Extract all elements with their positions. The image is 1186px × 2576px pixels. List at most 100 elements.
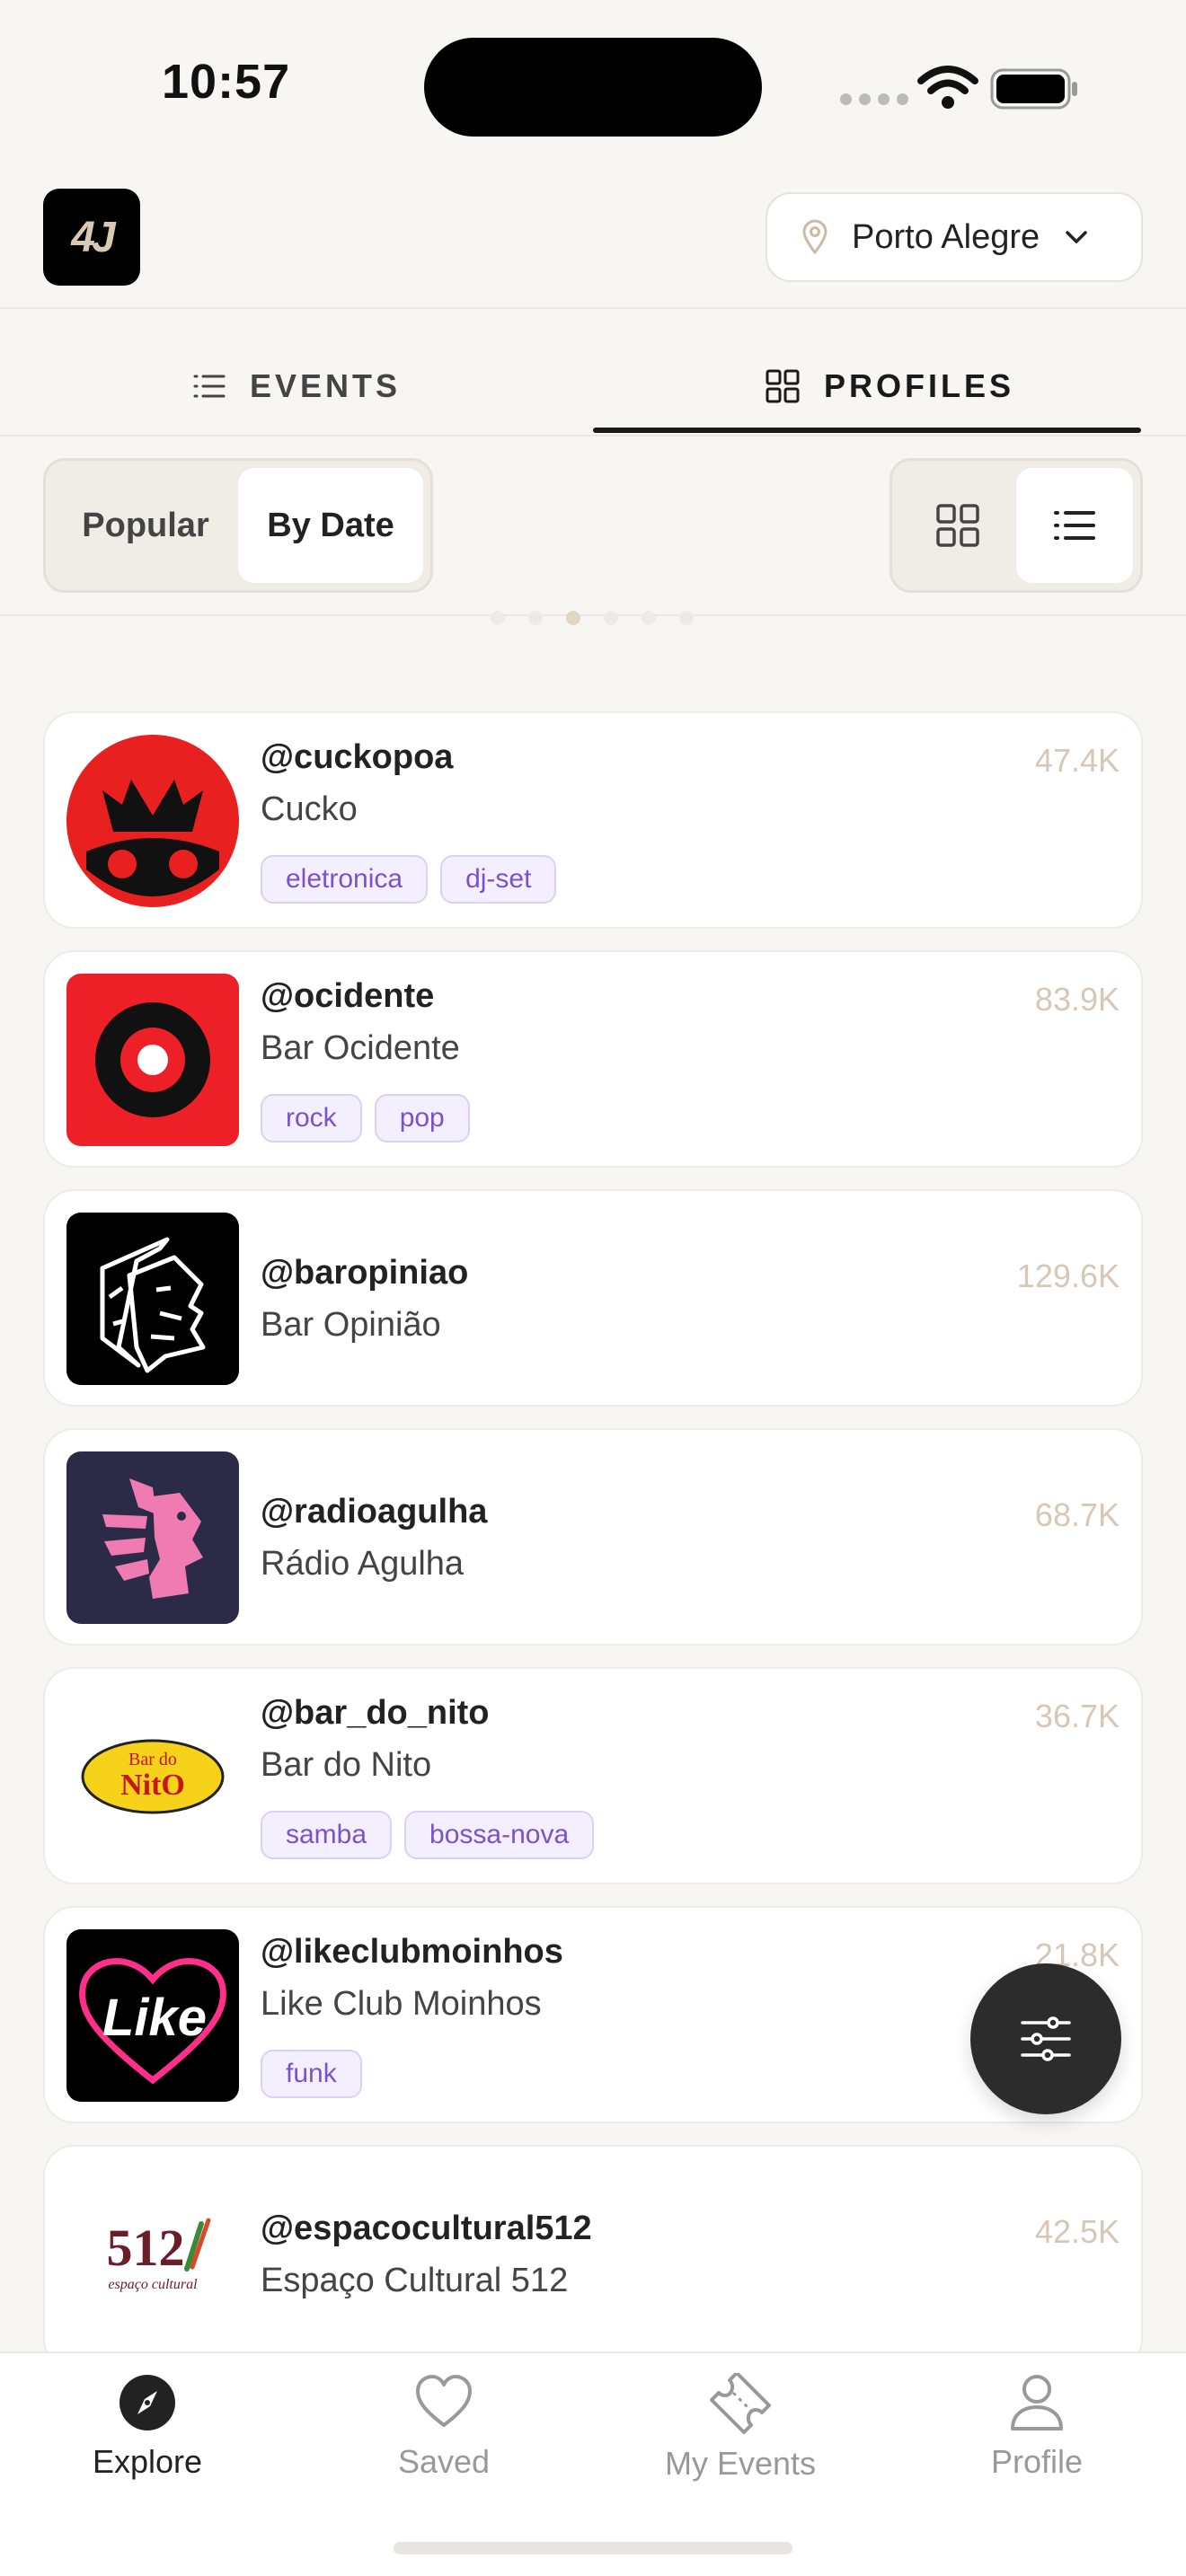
- profile-name: Bar do Nito: [261, 1746, 432, 1784]
- logo-text: 512: [107, 2219, 185, 2277]
- profile-name: Rádio Agulha: [261, 1545, 465, 1583]
- avatar: 512 espaço cultural: [66, 2168, 239, 2341]
- ticket-icon: [710, 2373, 771, 2434]
- sliders-icon: [1021, 2016, 1071, 2061]
- genre-tag[interactable]: pop: [374, 1094, 470, 1142]
- avatar: [66, 1213, 239, 1385]
- avatar: Like: [66, 1929, 239, 2102]
- signal-icon: [840, 93, 908, 105]
- tab-events[interactable]: EVENTS: [0, 341, 593, 431]
- logo-text: NitO: [120, 1769, 185, 1802]
- follower-count: 68.7K: [1034, 1496, 1120, 1533]
- nav-profile[interactable]: Profile: [920, 2373, 1154, 2481]
- masks-logo-icon: [66, 1213, 239, 1385]
- city-label: Porto Alegre: [852, 217, 1040, 256]
- follower-count: 47.4K: [1034, 742, 1120, 779]
- status-time: 10:57: [162, 55, 291, 109]
- grid-view-button[interactable]: [899, 468, 1016, 583]
- profile-handle: @baropiniao: [261, 1254, 469, 1292]
- avatar: [66, 974, 239, 1146]
- compass-icon: [119, 2375, 175, 2430]
- list-icon: [193, 375, 226, 398]
- genre-tag[interactable]: eletronica: [261, 855, 429, 904]
- profile-handle: @cuckopoa: [261, 738, 454, 776]
- nav-my-events[interactable]: My Events: [624, 2373, 857, 2483]
- cucko-logo-icon: [66, 735, 239, 907]
- profile-card[interactable]: Bar do NitO @bar_do_nito Bar do Nito 36.…: [43, 1667, 1143, 1884]
- profile-card[interactable]: @cuckopoa Cucko 47.4K eletronica dj-set: [43, 711, 1143, 929]
- genre-tag[interactable]: dj-set: [440, 855, 557, 904]
- genre-tag[interactable]: rock: [261, 1094, 362, 1142]
- dynamic-island: [424, 38, 762, 137]
- city-selector[interactable]: Porto Alegre: [766, 192, 1143, 282]
- profile-name: Bar Opinião: [261, 1306, 441, 1344]
- tab-profiles-label: PROFILES: [823, 367, 1015, 404]
- tag-list: eletronica dj-set: [261, 855, 557, 904]
- wifi-icon: [917, 66, 978, 109]
- page-dot: [642, 611, 656, 625]
- nav-saved-label: Saved: [397, 2443, 491, 2480]
- grid-icon: [936, 504, 979, 547]
- avatar: [66, 735, 239, 907]
- logo-text: espaço cultural: [108, 2277, 198, 2292]
- tab-profiles[interactable]: PROFILES: [593, 341, 1186, 431]
- record-logo-icon: [66, 974, 239, 1146]
- user-icon: [1011, 2375, 1063, 2430]
- app-logo-text: 4J: [71, 213, 115, 261]
- view-toggle: [890, 458, 1143, 593]
- espaco-512-logo-icon: 512 espaço cultural: [66, 2168, 239, 2341]
- list-icon: [1054, 511, 1095, 540]
- sort-popular-button[interactable]: Popular: [53, 468, 238, 583]
- screen: 10:57 4J Porto Alegre EVENTS PROFILES Po…: [0, 0, 1186, 2576]
- profile-handle: @espacocultural512: [261, 2210, 592, 2247]
- battery-icon: [990, 68, 1077, 110]
- profile-card[interactable]: 512 espaço cultural @espacocultural512 E…: [43, 2145, 1143, 2369]
- filter-button[interactable]: [970, 1963, 1121, 2114]
- grid-icon: [766, 369, 800, 403]
- like-heart-logo-icon: Like: [66, 1929, 239, 2102]
- page-dot-active: [566, 611, 580, 625]
- page-dot: [679, 611, 694, 625]
- page-dots: [491, 611, 694, 625]
- nav-profile-label: Profile: [990, 2443, 1084, 2480]
- follower-count: 83.9K: [1034, 981, 1120, 1018]
- profile-card[interactable]: @baropiniao Bar Opinião 129.6K: [43, 1189, 1143, 1407]
- logo-text: Bar do: [128, 1750, 177, 1769]
- profile-card[interactable]: @ocidente Bar Ocidente 83.9K rock pop: [43, 950, 1143, 1168]
- profile-handle: @ocidente: [261, 977, 435, 1015]
- profile-name: Espaço Cultural 512: [261, 2262, 569, 2299]
- list-view-button[interactable]: [1016, 468, 1133, 583]
- active-tab-indicator: [593, 428, 1141, 433]
- genre-tag[interactable]: funk: [261, 2050, 362, 2098]
- profile-name: Cucko: [261, 790, 358, 828]
- avatar: [66, 1451, 239, 1624]
- genre-tag[interactable]: samba: [261, 1811, 393, 1859]
- logo-text: Like: [102, 1989, 207, 2047]
- page-dot: [604, 611, 618, 625]
- follower-count: 129.6K: [1016, 1257, 1120, 1294]
- follower-count: 42.5K: [1034, 2213, 1120, 2250]
- sort-toggle: Popular By Date: [43, 458, 433, 593]
- genre-tag[interactable]: bossa-nova: [404, 1811, 595, 1859]
- divider: [0, 307, 1186, 309]
- tag-list: funk: [261, 2050, 362, 2098]
- nav-explore[interactable]: Explore: [31, 2373, 264, 2481]
- tab-events-label: EVENTS: [249, 367, 402, 404]
- profile-name: Bar Ocidente: [261, 1029, 460, 1067]
- follower-count: 36.7K: [1034, 1698, 1120, 1734]
- app-logo[interactable]: 4J: [43, 189, 140, 286]
- nav-saved[interactable]: Saved: [327, 2373, 561, 2481]
- heart-icon: [416, 2375, 472, 2427]
- profile-handle: @radioagulha: [261, 1493, 488, 1531]
- profile-card[interactable]: @radioagulha Rádio Agulha 68.7K: [43, 1428, 1143, 1645]
- page-dot: [528, 611, 543, 625]
- profile-handle: @bar_do_nito: [261, 1694, 490, 1732]
- nav-explore-label: Explore: [92, 2443, 203, 2480]
- avatar: Bar do NitO: [66, 1690, 239, 1863]
- location-pin-icon: [802, 219, 828, 255]
- sort-by-date-button[interactable]: By Date: [238, 468, 423, 583]
- home-indicator: [394, 2542, 792, 2554]
- profile-handle: @likeclubmoinhos: [261, 1933, 563, 1971]
- bar-do-nito-logo-icon: Bar do NitO: [66, 1690, 239, 1863]
- profile-name: Like Club Moinhos: [261, 1985, 542, 2023]
